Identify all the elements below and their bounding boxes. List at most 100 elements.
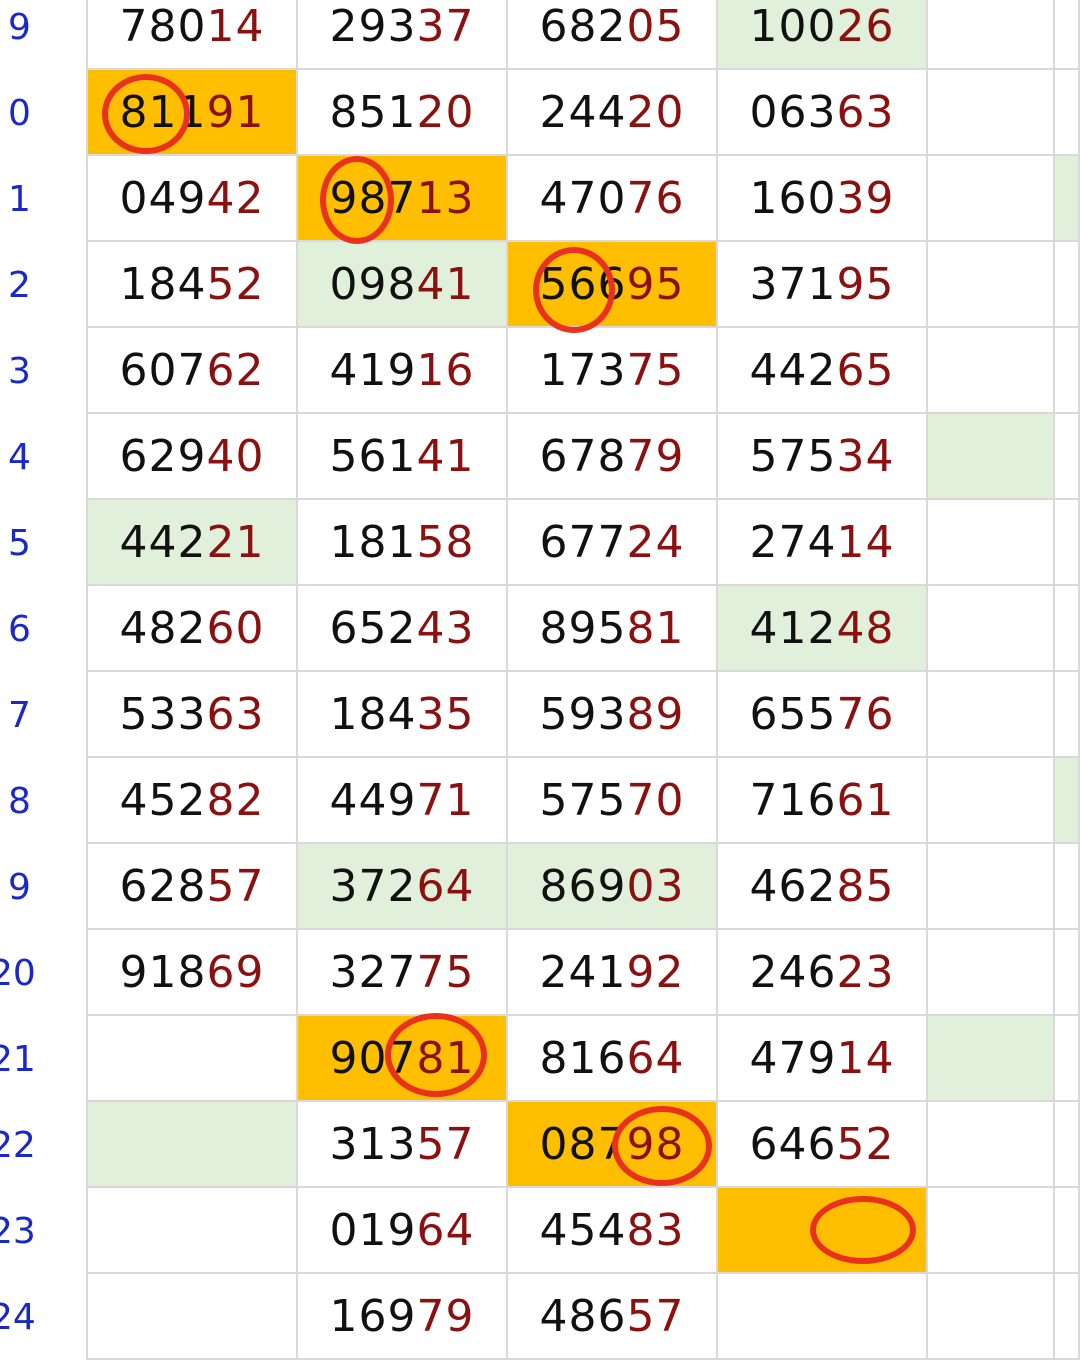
result-cell[interactable]: 452 82	[88, 758, 298, 844]
result-cell[interactable]: 184 35	[298, 672, 508, 758]
number-tail: 62	[206, 344, 265, 396]
result-cell[interactable]: 533 63	[88, 672, 298, 758]
result-cell[interactable]: 470 76	[508, 156, 718, 242]
result-cell[interactable]: 063 63	[718, 70, 928, 156]
result-cell[interactable]: 479 14	[718, 1016, 928, 1102]
result-cell[interactable]: 100 26	[718, 0, 928, 70]
result-cell[interactable]	[928, 414, 1055, 500]
result-cell[interactable]: 907 81	[298, 1016, 508, 1102]
result-cell[interactable]	[928, 0, 1055, 70]
result-cell[interactable]: 566 95	[508, 242, 718, 328]
result-cell[interactable]: 169 79	[298, 1274, 508, 1360]
result-cell[interactable]: 593 89	[508, 672, 718, 758]
result-cell[interactable]: 987 13	[298, 156, 508, 242]
result-cell[interactable]: 049 42	[88, 156, 298, 242]
result-cell[interactable]	[1055, 328, 1080, 414]
result-cell[interactable]: 575 34	[718, 414, 928, 500]
result-cell[interactable]: 462 85	[718, 844, 928, 930]
result-cell[interactable]: 019 64	[298, 1188, 508, 1274]
result-cell[interactable]	[88, 1274, 298, 1360]
result-cell[interactable]	[88, 1016, 298, 1102]
result-cell[interactable]: 682 05	[508, 0, 718, 70]
result-cell[interactable]	[928, 70, 1055, 156]
result-cell[interactable]	[928, 844, 1055, 930]
result-cell[interactable]: 160 39	[718, 156, 928, 242]
result-cell[interactable]: 449 71	[298, 758, 508, 844]
result-cell[interactable]: 869 03	[508, 844, 718, 930]
number-head: 575	[749, 430, 837, 482]
result-cell[interactable]	[928, 500, 1055, 586]
result-cell[interactable]: 412 48	[718, 586, 928, 672]
result-cell[interactable]	[88, 1188, 298, 1274]
result-cell[interactable]	[1055, 1016, 1080, 1102]
result-cell[interactable]: 442 65	[718, 328, 928, 414]
result-cell[interactable]	[928, 328, 1055, 414]
result-cell[interactable]	[928, 672, 1055, 758]
number-head: 181	[329, 516, 417, 568]
result-cell[interactable]: 372 64	[298, 844, 508, 930]
result-cell[interactable]	[718, 1274, 928, 1360]
result-cell[interactable]: 327 75	[298, 930, 508, 1016]
result-cell[interactable]	[1055, 586, 1080, 672]
result-cell[interactable]	[1055, 0, 1080, 70]
result-cell[interactable]: 678 79	[508, 414, 718, 500]
result-cell[interactable]: 246 23	[718, 930, 928, 1016]
result-cell[interactable]: 313 57	[298, 1102, 508, 1188]
result-cell[interactable]	[718, 1188, 928, 1274]
result-cell[interactable]	[1055, 758, 1080, 844]
result-cell[interactable]: 629 40	[88, 414, 298, 500]
result-cell[interactable]: 628 57	[88, 844, 298, 930]
result-cell[interactable]	[1055, 1274, 1080, 1360]
result-cell[interactable]: 098 41	[298, 242, 508, 328]
result-cell[interactable]	[928, 1016, 1055, 1102]
result-cell[interactable]	[928, 930, 1055, 1016]
result-cell[interactable]	[928, 586, 1055, 672]
result-cell[interactable]: 895 81	[508, 586, 718, 672]
result-cell[interactable]: 486 57	[508, 1274, 718, 1360]
result-cell[interactable]: 173 75	[508, 328, 718, 414]
result-cell[interactable]	[928, 156, 1055, 242]
result-cell[interactable]: 419 16	[298, 328, 508, 414]
result-cell[interactable]	[928, 1188, 1055, 1274]
result-cell[interactable]: 561 41	[298, 414, 508, 500]
result-cell[interactable]: 241 92	[508, 930, 718, 1016]
result-cell[interactable]	[1055, 500, 1080, 586]
result-cell[interactable]: 918 69	[88, 930, 298, 1016]
result-cell[interactable]: 244 20	[508, 70, 718, 156]
result-cell[interactable]: 184 52	[88, 242, 298, 328]
result-cell[interactable]	[1055, 844, 1080, 930]
result-cell[interactable]	[928, 1274, 1055, 1360]
result-cell[interactable]	[1055, 70, 1080, 156]
result-cell[interactable]: 181 58	[298, 500, 508, 586]
result-cell[interactable]: 293 37	[298, 0, 508, 70]
result-cell[interactable]	[928, 1102, 1055, 1188]
result-cell[interactable]	[928, 758, 1055, 844]
result-cell[interactable]: 274 14	[718, 500, 928, 586]
result-cell[interactable]: 442 21	[88, 500, 298, 586]
result-cell[interactable]: 087 98	[508, 1102, 718, 1188]
result-cell[interactable]: 716 61	[718, 758, 928, 844]
result-cell[interactable]: 646 52	[718, 1102, 928, 1188]
result-cell[interactable]	[1055, 1102, 1080, 1188]
result-cell[interactable]	[928, 242, 1055, 328]
result-cell[interactable]: 607 62	[88, 328, 298, 414]
result-cell[interactable]: 575 70	[508, 758, 718, 844]
result-cell[interactable]: 655 76	[718, 672, 928, 758]
result-cell[interactable]: 780 14	[88, 0, 298, 70]
result-cell[interactable]	[1055, 156, 1080, 242]
result-cell[interactable]	[1055, 930, 1080, 1016]
result-cell[interactable]	[1055, 414, 1080, 500]
result-cell[interactable]	[1055, 242, 1080, 328]
result-cell[interactable]: 454 83	[508, 1188, 718, 1274]
result-cell[interactable]	[88, 1102, 298, 1188]
result-cell[interactable]	[1055, 1188, 1080, 1274]
result-cell[interactable]	[1055, 672, 1080, 758]
result-cell[interactable]: 851 20	[298, 70, 508, 156]
result-cell[interactable]: 811 91	[88, 70, 298, 156]
result-cell[interactable]: 677 24	[508, 500, 718, 586]
number-tail: 13	[416, 172, 475, 224]
result-cell[interactable]: 482 60	[88, 586, 298, 672]
result-cell[interactable]: 816 64	[508, 1016, 718, 1102]
result-cell[interactable]: 652 43	[298, 586, 508, 672]
result-cell[interactable]: 371 95	[718, 242, 928, 328]
